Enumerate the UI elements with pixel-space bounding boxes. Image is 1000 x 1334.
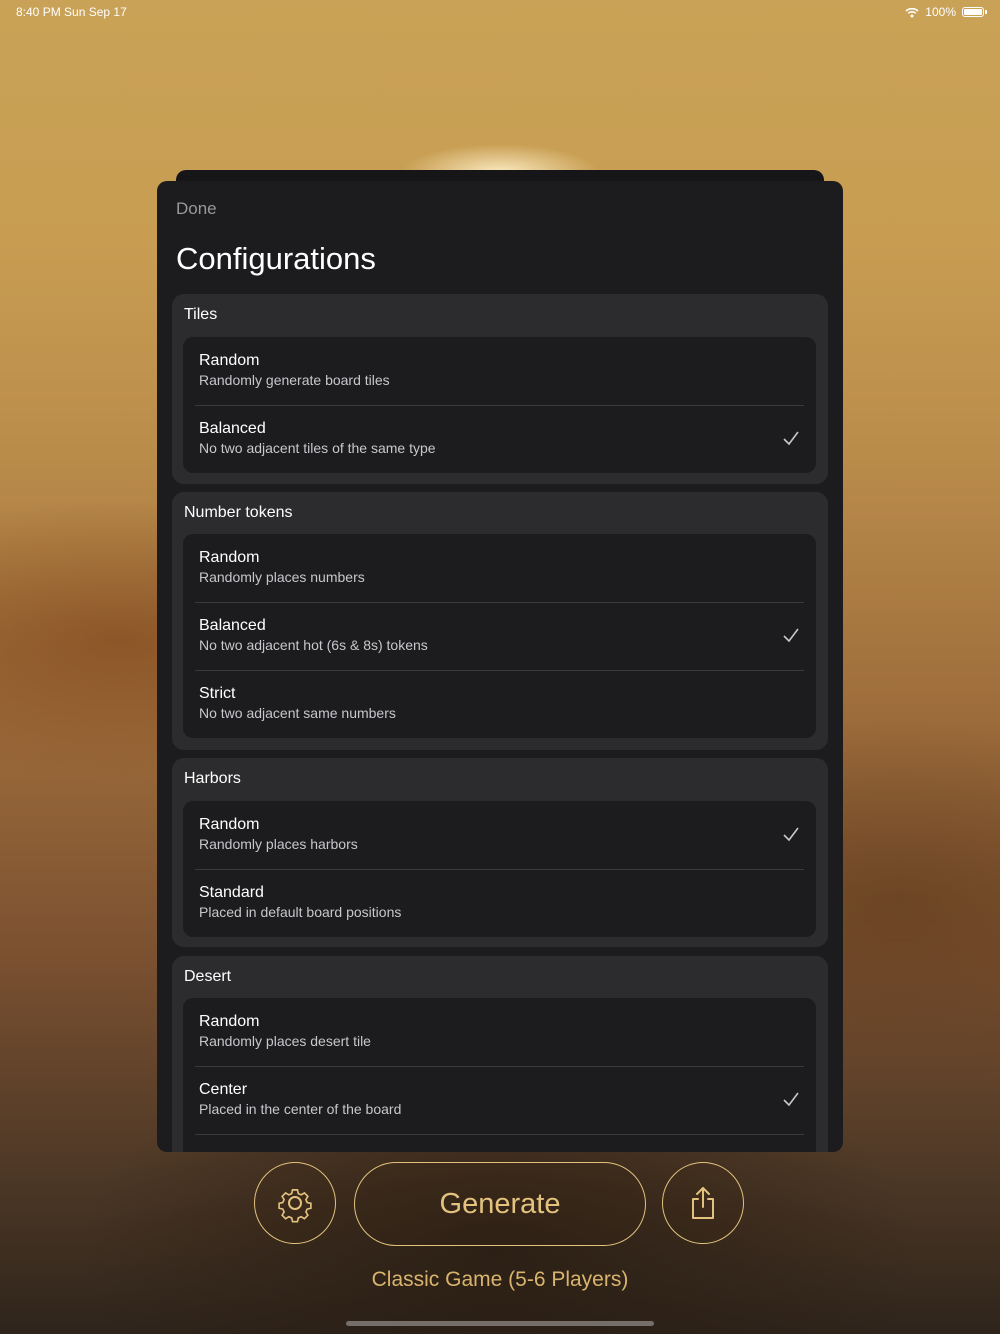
- done-button[interactable]: Done: [176, 199, 217, 219]
- wifi-icon: [905, 7, 919, 17]
- battery-icon: [962, 7, 987, 17]
- game-mode-label[interactable]: Classic Game (5-6 Players): [0, 1268, 1000, 1292]
- option-desert-center[interactable]: Center Placed in the center of the board: [183, 1066, 816, 1134]
- section-title: Desert: [184, 968, 232, 985]
- option-title: Center: [199, 1081, 248, 1098]
- option-numbers-balanced[interactable]: Balanced No two adjacent hot (6s & 8s) t…: [183, 602, 816, 670]
- gear-icon: [278, 1189, 312, 1223]
- checkmark-icon: [783, 431, 799, 446]
- checkmark-icon: [783, 1092, 799, 1107]
- option-subtitle: Randomly places numbers: [199, 569, 365, 585]
- option-title: Balanced: [199, 420, 266, 437]
- option-harbors-random[interactable]: Random Randomly places harbors: [183, 801, 816, 869]
- bottom-toolbar: Generate: [0, 1162, 1000, 1252]
- option-list: Random Randomly places numbers Balanced …: [183, 534, 816, 738]
- option-desert-random[interactable]: Random Randomly places desert tile: [183, 998, 816, 1066]
- option-title: Balanced: [199, 617, 266, 634]
- option-subtitle: No two adjacent tiles of the same type: [199, 440, 436, 456]
- option-list: Random Randomly places harbors Standard …: [183, 801, 816, 937]
- checkmark-icon: [783, 827, 799, 842]
- option-subtitle: Randomly generate board tiles: [199, 372, 390, 388]
- option-harbors-standard[interactable]: Standard Placed in default board positio…: [183, 869, 816, 937]
- share-button[interactable]: [662, 1162, 744, 1244]
- option-subtitle: Randomly places harbors: [199, 836, 358, 852]
- option-subtitle: Placed in default board positions: [199, 904, 402, 920]
- option-title: Random: [199, 1013, 260, 1030]
- section-tiles: Tiles Random Randomly generate board til…: [172, 294, 828, 484]
- section-title: Number tokens: [184, 504, 293, 521]
- home-indicator: [346, 1321, 654, 1326]
- status-right: 100%: [905, 5, 987, 19]
- option-list: Random Randomly generate board tiles Bal…: [183, 337, 816, 473]
- option-title: Strict: [199, 685, 236, 702]
- option-tiles-random[interactable]: Random Randomly generate board tiles: [183, 337, 816, 405]
- status-time: 8:40 PM Sun Sep 17: [16, 5, 127, 19]
- option-tiles-balanced[interactable]: Balanced No two adjacent tiles of the sa…: [183, 405, 816, 473]
- generate-button[interactable]: Generate: [354, 1162, 646, 1246]
- section-desert: Desert Random Randomly places desert til…: [172, 956, 828, 1152]
- option-title: Random: [199, 816, 260, 833]
- option-title: Random: [199, 549, 260, 566]
- checkmark-icon: [783, 628, 799, 643]
- status-bar: 8:40 PM Sun Sep 17 100%: [0, 0, 1000, 24]
- share-icon: [692, 1187, 714, 1219]
- option-numbers-random[interactable]: Random Randomly places numbers: [183, 534, 816, 602]
- option-title: Random: [199, 352, 260, 369]
- option-numbers-strict[interactable]: Strict No two adjacent same numbers: [183, 670, 816, 738]
- option-subtitle: No two adjacent same numbers: [199, 705, 396, 721]
- page-title: Configurations: [176, 241, 376, 276]
- settings-button[interactable]: [254, 1162, 336, 1244]
- option-subtitle: No two adjacent hot (6s & 8s) tokens: [199, 637, 428, 653]
- battery-percent: 100%: [925, 5, 956, 19]
- section-title: Harbors: [184, 770, 241, 787]
- section-title: Tiles: [184, 306, 218, 323]
- option-title: Standard: [199, 884, 264, 901]
- option-list: Random Randomly places desert tile Cente…: [183, 998, 816, 1152]
- option-desert-partial[interactable]: [183, 1134, 816, 1152]
- option-subtitle: Placed in the center of the board: [199, 1101, 402, 1117]
- option-subtitle: Randomly places desert tile: [199, 1033, 371, 1049]
- section-number-tokens: Number tokens Random Randomly places num…: [172, 492, 828, 750]
- configurations-sheet: Done Configurations Tiles Random Randoml…: [157, 181, 843, 1152]
- section-harbors: Harbors Random Randomly places harbors S…: [172, 758, 828, 947]
